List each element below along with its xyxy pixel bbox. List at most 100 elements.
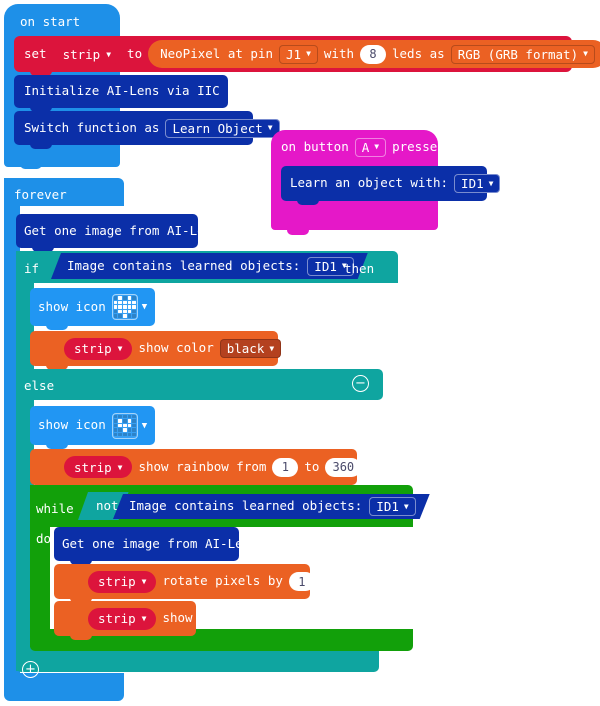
variable-dropdown-strip[interactable]: strip ▼ — [88, 607, 157, 630]
to-keyword: to — [127, 45, 143, 61]
chevron-down-icon: ▼ — [267, 123, 273, 132]
set-variable-row: set strip ▼ to NeoPixel at pin J1 ▼ with… — [24, 36, 600, 72]
then-keyword-wrap: then — [344, 258, 394, 276]
while-keyword: while — [36, 501, 74, 516]
color-mode-dropdown[interactable]: RGB (GRB format) ▼ — [450, 44, 595, 64]
then-keyword: then — [344, 261, 375, 276]
neopixel-create-reporter[interactable]: NeoPixel at pin J1 ▼ with 8 leds as RGB … — [148, 40, 600, 68]
switch-function-dropdown[interactable]: Learn Object ▼ — [165, 118, 280, 138]
rotate-amount-input[interactable]: 1 — [288, 572, 315, 591]
on-start-label-wrap: on start — [20, 11, 120, 29]
set-keyword: set — [24, 45, 47, 61]
led-count-input[interactable]: 8 — [360, 44, 386, 64]
switch-function-value: Learn Object — [172, 120, 263, 136]
switch-function-row: Switch function as Learn Object ▼ — [24, 111, 280, 145]
on-start-bottom-notch — [20, 164, 42, 169]
on-button-prefix: on button — [281, 138, 349, 154]
color-dropdown[interactable]: black ▼ — [219, 339, 282, 358]
pin-dropdown[interactable]: J1 ▼ — [279, 44, 318, 64]
chevron-down-icon: ▼ — [374, 142, 380, 151]
chevron-down-icon: ▼ — [141, 614, 147, 623]
chevron-down-icon: ▼ — [141, 420, 148, 431]
switch-function-label: Switch function as — [24, 119, 160, 135]
get-image-2-label: Get one image from AI-Lens — [62, 535, 258, 551]
icon-picker-2[interactable]: ▼ — [111, 412, 148, 439]
while-condition-label: Image contains learned objects: — [129, 498, 363, 514]
rainbow-from-input[interactable]: 1 — [272, 457, 299, 477]
variable-dropdown-label: strip — [98, 574, 136, 589]
button-dropdown-label: A — [361, 139, 370, 155]
if-condition-label: Image contains learned objects: — [67, 257, 301, 273]
with-label: with — [323, 45, 354, 61]
show-icon-1-row: show icon ▼ — [38, 288, 158, 326]
chevron-down-icon: ▼ — [117, 462, 123, 472]
get-image-1-label-wrap: Get one image from AI-Lens — [24, 214, 220, 248]
chevron-down-icon: ▼ — [106, 49, 112, 59]
get-image-1-label: Get one image from AI-Lens — [24, 222, 220, 238]
get-image-2-label-wrap: Get one image from AI-Lens — [62, 527, 258, 561]
if-condition-reporter[interactable]: Image contains learned objects: ID1 ▼ — [51, 253, 368, 279]
chevron-down-icon: ▼ — [269, 343, 275, 353]
blocks-workspace[interactable]: on start set strip ▼ to NeoPixel at pin … — [0, 0, 600, 706]
variable-dropdown-strip[interactable]: strip ▼ — [64, 337, 133, 360]
rotate-pixels-label: rotate pixels by — [162, 573, 283, 589]
show-icon-2-row: show icon ▼ — [38, 406, 158, 445]
learn-object-row: Learn an object with: ID1 ▼ — [290, 166, 501, 201]
variable-dropdown-strip[interactable]: strip ▼ — [88, 570, 157, 593]
pin-dropdown-label: J1 — [286, 46, 302, 62]
variable-dropdown-label: strip — [98, 611, 136, 626]
if-keyword: if — [24, 261, 40, 276]
strip-show-row: strip ▼ show — [88, 601, 208, 636]
if-keyword-wrap: if — [24, 258, 44, 276]
else-keyword-wrap: else — [24, 375, 84, 393]
while-condition-reporter[interactable]: Image contains learned objects: ID1 ▼ — [113, 494, 430, 519]
button-dropdown[interactable]: A ▼ — [354, 137, 387, 157]
if-else-bottom-bar — [16, 650, 379, 672]
forever-bottom-bar — [4, 673, 124, 701]
show-icon-2-label: show icon — [38, 417, 106, 433]
init-ailens-label: Initialize AI-Lens via IIC port — [24, 83, 258, 99]
learn-object-label: Learn an object with: — [290, 175, 449, 191]
show-icon-1-bottom-notch — [46, 325, 68, 330]
color-mode-label: RGB (GRB format) — [457, 46, 579, 62]
neopixel-at-pin-label: NeoPixel at pin — [160, 45, 273, 61]
show-color-label: show color — [138, 340, 214, 356]
variable-dropdown-strip[interactable]: strip ▼ — [52, 43, 122, 65]
show-color-row: strip ▼ show color black ▼ — [64, 331, 284, 366]
variable-dropdown-label: strip — [74, 459, 112, 475]
add-else-button[interactable]: + — [22, 661, 39, 678]
remove-else-button[interactable]: − — [352, 375, 369, 392]
color-dropdown-label: black — [226, 341, 265, 356]
while-condition-id-dropdown[interactable]: ID1 ▼ — [369, 497, 415, 516]
plus-icon: + — [25, 662, 36, 677]
small-heart-icon — [111, 412, 138, 439]
learn-object-id-dropdown[interactable]: ID1 ▼ — [454, 174, 501, 193]
while-condition-id-label: ID1 — [376, 499, 399, 514]
on-button-suffix: pressed — [392, 138, 445, 154]
chevron-down-icon: ▼ — [141, 577, 147, 586]
chevron-down-icon: ▼ — [141, 302, 148, 312]
variable-dropdown-label: strip — [62, 46, 101, 62]
rotate-pixels-row: strip ▼ rotate pixels by 1 — [88, 564, 318, 599]
on-start-label: on start — [20, 14, 81, 29]
show-rainbow-label: show rainbow from — [138, 458, 267, 474]
learn-object-bottom-notch — [297, 200, 319, 205]
chevron-down-icon: ▼ — [488, 178, 494, 188]
icon-picker-1[interactable]: ▼ — [111, 294, 148, 320]
init-ailens-label-wrap: Initialize AI-Lens via IIC port — [24, 75, 257, 108]
forever-label: forever — [14, 187, 67, 202]
if-condition-id-label: ID1 — [314, 258, 337, 274]
strip-show-label: show — [162, 610, 193, 626]
rainbow-to-label: to — [304, 458, 320, 474]
minus-icon: − — [355, 376, 366, 391]
forever-label-wrap: forever — [14, 184, 114, 202]
chevron-down-icon: ▼ — [583, 49, 588, 58]
learn-object-id-label: ID1 — [461, 176, 484, 191]
on-button-pressed-row: on button A ▼ pressed — [281, 137, 445, 157]
heart-icon — [111, 294, 138, 320]
variable-dropdown-strip[interactable]: strip ▼ — [64, 456, 133, 478]
on-button-bottom-notch — [287, 230, 309, 235]
leds-as-label: leds as — [392, 45, 445, 61]
rainbow-to-input[interactable]: 360 — [325, 457, 362, 477]
variable-dropdown-label: strip — [74, 341, 112, 356]
